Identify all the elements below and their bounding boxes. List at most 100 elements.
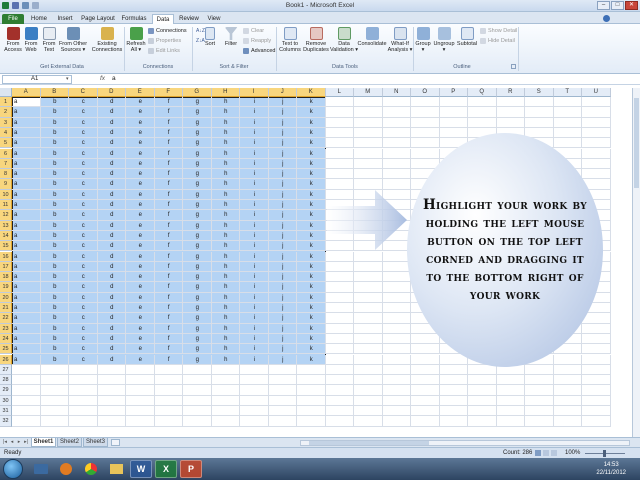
cell[interactable] [97,364,126,376]
cell[interactable] [211,364,240,376]
zoom-slider-handle[interactable] [603,450,606,457]
cell[interactable] [325,323,354,334]
cell[interactable] [297,364,326,376]
first-sheet-icon[interactable]: |◂ [2,439,8,446]
cell[interactable] [411,364,440,376]
cell[interactable] [439,364,468,376]
cell[interactable] [154,406,183,417]
cell[interactable] [354,303,383,314]
cell[interactable] [382,344,411,355]
cell[interactable] [240,395,269,406]
cell[interactable] [126,395,155,406]
cell[interactable] [325,158,354,170]
cell[interactable] [525,406,554,417]
cell[interactable] [411,395,440,406]
cell[interactable] [496,385,525,396]
cell[interactable] [496,117,525,128]
cell[interactable] [325,364,354,376]
cell[interactable] [268,375,297,386]
cell[interactable] [439,375,468,386]
cell[interactable] [382,354,411,365]
cell[interactable] [354,282,383,293]
cell[interactable] [354,395,383,406]
insert-sheet-icon[interactable] [111,439,120,446]
cell[interactable] [268,385,297,396]
cell[interactable] [354,261,383,273]
vertical-scrollbar[interactable] [632,88,640,437]
connections-button[interactable]: Connections [148,28,187,34]
sheet-tab-sheet2[interactable]: Sheet2 [57,438,82,447]
row-header-19[interactable]: 19 [0,282,12,293]
cell[interactable] [126,364,155,376]
cell[interactable] [582,323,611,334]
cell[interactable] [553,364,582,376]
cell[interactable] [439,107,468,118]
cell[interactable] [325,333,354,345]
cell[interactable] [325,148,354,159]
powerpoint-icon[interactable]: P [180,460,202,478]
cell[interactable] [12,406,41,417]
column-header-f[interactable]: F [154,88,183,97]
cell[interactable] [154,364,183,376]
cell[interactable] [183,375,212,386]
row-header-17[interactable]: 17 [0,261,12,273]
cell[interactable] [496,416,525,427]
text-to-columns-button[interactable]: Text to Columns [278,27,302,53]
cell[interactable] [126,406,155,417]
cell[interactable] [439,395,468,406]
cell[interactable] [354,344,383,355]
cell[interactable] [354,354,383,365]
cell[interactable] [126,375,155,386]
row-header-12[interactable]: 12 [0,210,12,221]
cell[interactable] [382,169,411,180]
column-header-t[interactable]: T [553,88,582,97]
scrollbar-thumb[interactable] [309,441,429,445]
hide-detail-button[interactable]: Hide Detail [480,38,515,44]
column-header-s[interactable]: S [525,88,554,97]
row-header-21[interactable]: 21 [0,303,12,314]
cell[interactable] [582,169,611,180]
cell[interactable] [183,385,212,396]
column-header-g[interactable]: G [183,88,212,97]
cell[interactable] [268,364,297,376]
cell[interactable] [97,375,126,386]
cell[interactable] [525,395,554,406]
cell[interactable] [525,385,554,396]
cell[interactable] [69,375,98,386]
page-break-view-icon[interactable] [551,450,557,456]
cell[interactable] [468,416,497,427]
cell[interactable] [97,385,126,396]
cell[interactable] [553,97,582,108]
row-header-1[interactable]: 1 [0,97,12,108]
explorer-icon[interactable] [30,460,52,478]
cell[interactable] [325,282,354,293]
cell[interactable] [382,323,411,334]
cell[interactable] [354,385,383,396]
cell[interactable] [268,406,297,417]
folder-icon[interactable] [105,460,127,478]
cell[interactable] [439,385,468,396]
cell[interactable] [582,385,611,396]
cell[interactable] [553,385,582,396]
cell[interactable] [525,97,554,108]
clear-filter-button[interactable]: Clear [243,28,264,34]
row-header-26[interactable]: 26 [0,354,12,365]
close-button[interactable]: ✕ [625,1,638,10]
tab-page-layout[interactable]: Page Layout [80,14,116,24]
column-header-a[interactable]: A [12,88,41,97]
cell[interactable] [40,385,69,396]
cell[interactable] [325,395,354,406]
cell[interactable] [154,416,183,427]
cell[interactable] [411,344,440,355]
cell[interactable] [69,416,98,427]
cell[interactable] [325,127,354,139]
cell[interactable] [439,406,468,417]
row-header-3[interactable]: 3 [0,117,12,128]
cell[interactable] [325,375,354,386]
cell[interactable] [411,127,440,139]
system-clock[interactable]: 14:53 22/11/2012 [596,461,626,477]
cell[interactable] [183,406,212,417]
horizontal-scrollbar[interactable] [300,440,630,446]
column-header-h[interactable]: H [211,88,240,97]
filter-button[interactable]: Filter [222,27,240,47]
